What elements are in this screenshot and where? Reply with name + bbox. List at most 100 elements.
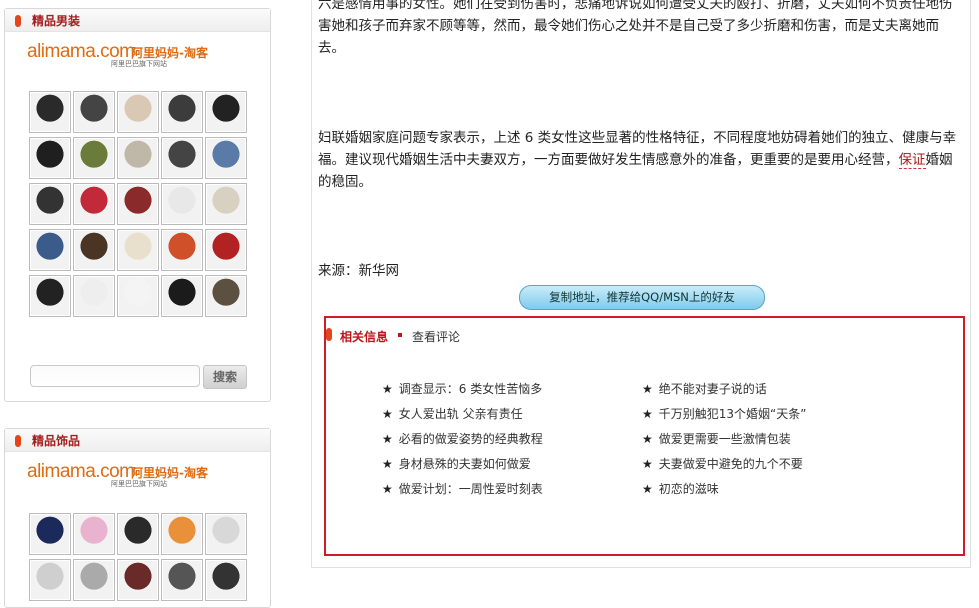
related-link[interactable]: ★ 千万别触犯13个婚姻“天条”: [642, 405, 806, 422]
star-icon: ★: [382, 432, 393, 446]
alimama-logo[interactable]: alimama.com 阿里妈妈-淘客 阿里巴巴旗下网站: [27, 461, 227, 489]
product-thumbnail[interactable]: [117, 137, 159, 179]
product-image: [119, 185, 157, 223]
related-link[interactable]: ★ 做爱更需要一些激情包装: [642, 430, 791, 447]
related-link[interactable]: ★ 必看的做爱姿势的经典教程: [382, 430, 543, 447]
related-link[interactable]: ★ 绝不能对妻子说的话: [642, 380, 767, 397]
product-image: [31, 515, 69, 553]
product-thumbnail[interactable]: [117, 513, 159, 555]
tab-related-info[interactable]: 相关信息: [340, 328, 388, 345]
product-thumbnail[interactable]: [205, 137, 247, 179]
product-image: [207, 515, 245, 553]
panel-header: 精品男装: [5, 9, 270, 32]
product-thumbnail[interactable]: [73, 91, 115, 133]
product-image: [119, 561, 157, 599]
product-thumbnail[interactable]: [29, 275, 71, 317]
search-button[interactable]: 搜索: [203, 365, 247, 389]
product-thumbnail[interactable]: [29, 183, 71, 225]
product-image: [163, 561, 201, 599]
star-icon: ★: [642, 432, 653, 446]
product-image: [207, 231, 245, 269]
product-thumbnail[interactable]: [29, 513, 71, 555]
article-body: 六是感情用事的女性。她们在受到伤害时，悲痛地诉说如何遭受丈夫的殴打、折磨，丈夫如…: [311, 0, 971, 568]
product-image: [75, 93, 113, 131]
product-thumbnail[interactable]: [117, 183, 159, 225]
product-image: [31, 93, 69, 131]
related-link[interactable]: ★ 初恋的滋味: [642, 480, 719, 497]
product-thumbnail[interactable]: [73, 559, 115, 601]
product-thumbnail[interactable]: [161, 513, 203, 555]
pill-icon: [15, 435, 21, 447]
product-thumbnail[interactable]: [29, 91, 71, 133]
panel-title: 精品男装: [32, 14, 81, 28]
product-image: [163, 139, 201, 177]
product-thumbnail[interactable]: [73, 275, 115, 317]
related-link-text: 女人爱出轨 父亲有责任: [398, 407, 523, 421]
product-thumbnail[interactable]: [205, 559, 247, 601]
product-image: [163, 93, 201, 131]
product-thumbnail[interactable]: [161, 137, 203, 179]
related-link[interactable]: ★ 调查显示：6 类女性苦恼多: [382, 380, 542, 397]
product-thumbnail[interactable]: [161, 559, 203, 601]
product-image: [119, 277, 157, 315]
product-thumbnail[interactable]: [205, 275, 247, 317]
star-icon: ★: [642, 457, 653, 471]
product-image: [75, 277, 113, 315]
alimama-logo[interactable]: alimama.com 阿里妈妈-淘客 阿里巴巴旗下网站: [27, 41, 227, 69]
product-image: [31, 185, 69, 223]
product-thumbnail[interactable]: [29, 229, 71, 271]
product-thumbnail[interactable]: [117, 559, 159, 601]
star-icon: ★: [382, 482, 393, 496]
related-link[interactable]: ★ 做爱计划：一周性爱时刻表: [382, 480, 543, 497]
related-link[interactable]: ★ 夫妻做爱中避免的九个不要: [642, 455, 803, 472]
product-image: [31, 561, 69, 599]
related-link[interactable]: ★ 身材悬殊的夫妻如何做爱: [382, 455, 531, 472]
product-image: [207, 561, 245, 599]
product-thumbnail[interactable]: [117, 275, 159, 317]
product-thumbnail[interactable]: [205, 91, 247, 133]
product-thumbnail[interactable]: [161, 183, 203, 225]
search-input[interactable]: [30, 365, 200, 387]
product-image: [119, 231, 157, 269]
star-icon: ★: [642, 482, 653, 496]
product-thumbnail[interactable]: [29, 137, 71, 179]
related-link-text: 必看的做爱姿势的经典教程: [398, 432, 543, 446]
product-thumbnail[interactable]: [205, 513, 247, 555]
related-link-text: 绝不能对妻子说的话: [658, 382, 767, 396]
product-thumbnail[interactable]: [161, 275, 203, 317]
product-image: [207, 185, 245, 223]
product-thumbnail[interactable]: [73, 137, 115, 179]
panel-title: 精品饰品: [32, 434, 81, 448]
product-thumbnail[interactable]: [29, 559, 71, 601]
product-thumbnail[interactable]: [205, 229, 247, 271]
product-thumbnail[interactable]: [73, 183, 115, 225]
product-thumbnail[interactable]: [161, 229, 203, 271]
product-image: [75, 515, 113, 553]
product-thumbnail[interactable]: [161, 91, 203, 133]
product-thumbnail[interactable]: [205, 183, 247, 225]
product-image: [207, 139, 245, 177]
product-image: [119, 139, 157, 177]
star-icon: ★: [382, 457, 393, 471]
related-link-text: 调查显示：6 类女性苦恼多: [398, 382, 543, 396]
product-thumbnail[interactable]: [117, 91, 159, 133]
accessories-panel: 精品饰品 alimama.com 阿里妈妈-淘客 阿里巴巴旗下网站: [4, 428, 271, 608]
copy-address-button[interactable]: 复制地址，推荐给QQ/MSN上的好友: [519, 285, 765, 310]
product-image: [207, 93, 245, 131]
product-thumbnail[interactable]: [73, 229, 115, 271]
product-image: [163, 277, 201, 315]
product-image: [75, 185, 113, 223]
paragraph-text: 妇联婚姻家庭问题专家表示，上述 6 类女性这些显著的性格特征，不同程度地妨碍着她…: [318, 130, 957, 168]
product-thumbnail[interactable]: [73, 513, 115, 555]
related-link-text: 夫妻做爱中避免的九个不要: [658, 457, 803, 471]
tab-view-comments[interactable]: 查看评论: [412, 328, 460, 345]
product-thumbnail[interactable]: [117, 229, 159, 271]
product-image: [207, 277, 245, 315]
product-image: [75, 561, 113, 599]
keyword-link[interactable]: 保证: [898, 152, 926, 169]
product-image: [163, 185, 201, 223]
article-source: 来源：新华网: [318, 263, 399, 279]
product-image: [31, 139, 69, 177]
article-paragraph: 六是感情用事的女性。她们在受到伤害时，悲痛地诉说如何遭受丈夫的殴打、折磨，丈夫如…: [318, 0, 953, 56]
related-link[interactable]: ★ 女人爱出轨 父亲有责任: [382, 405, 523, 422]
